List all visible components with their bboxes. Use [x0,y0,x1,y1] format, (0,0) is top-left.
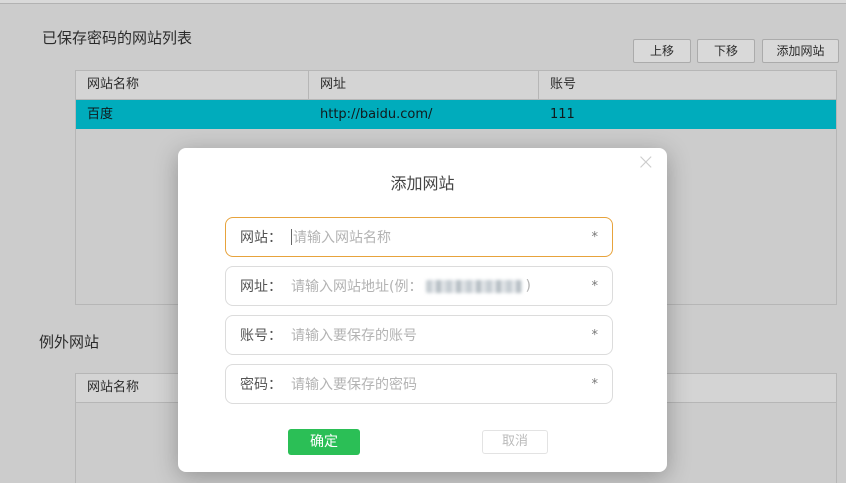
account-label: 账号： [240,328,282,344]
required-mark: * [591,278,599,294]
required-mark: * [591,376,599,392]
site-name-label: 网站： [240,230,282,246]
site-url-placeholder-suffix: ) [525,278,531,294]
site-name-field[interactable]: 网站： 请输入网站名称 * [225,217,613,257]
site-url-field[interactable]: 网址： 请输入网站地址(例： ) * [225,266,613,306]
account-field[interactable]: 账号： 请输入要保存的账号 * [225,315,613,355]
password-label: 密码： [240,377,282,393]
cancel-button[interactable]: 取消 [482,430,548,454]
site-name-placeholder: 请输入网站名称 [293,230,391,246]
text-cursor [291,229,292,245]
account-placeholder: 请输入要保存的账号 [291,328,417,344]
site-url-label: 网址： [240,279,282,295]
required-mark: * [591,327,599,343]
password-placeholder: 请输入要保存的密码 [291,377,417,393]
required-mark: * [591,229,599,245]
dialog-title: 添加网站 [390,174,455,193]
add-site-dialog: × 添加网站 网站： 请输入网站名称 * 网址： 请输入网站地址(例： ) * … [178,148,667,472]
blurred-example-url [426,279,523,293]
site-url-placeholder-prefix: 请输入网站地址(例： [291,279,423,295]
confirm-button[interactable]: 确定 [288,429,360,455]
password-settings-page: 已保存密码的网站列表 上移 下移 添加网站 网站名称 网址 账号 百度 http… [0,0,846,483]
password-field[interactable]: 密码： 请输入要保存的密码 * [225,364,613,404]
